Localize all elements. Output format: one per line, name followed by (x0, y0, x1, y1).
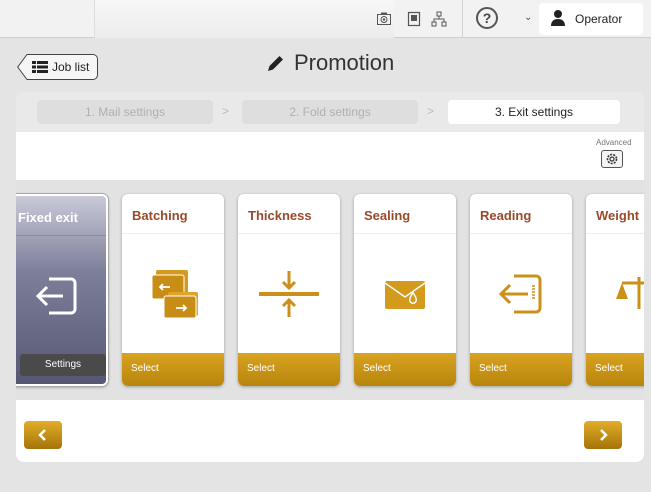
card-header: Sealing (354, 194, 456, 234)
step-arrow-icon: > (427, 104, 435, 118)
card-reading[interactable]: Reading Select (470, 194, 572, 386)
select-button[interactable]: Select (122, 353, 224, 386)
job-list-label: Job list (52, 60, 90, 74)
user-icon (551, 10, 565, 26)
chevron-right-icon (600, 429, 608, 441)
step-mail-settings[interactable]: 1. Mail settings (37, 100, 213, 124)
weight-icon (586, 254, 644, 334)
gear-icon (606, 153, 618, 165)
advanced-settings-button[interactable] (601, 150, 623, 168)
reading-icon (470, 254, 572, 334)
network-icon[interactable] (428, 8, 450, 30)
page-title: Promotion (266, 50, 394, 76)
status-area (94, 0, 394, 38)
card-title: Sealing (364, 208, 411, 223)
user-name: Operator (575, 12, 623, 26)
divider (462, 0, 463, 38)
card-title: Reading (480, 208, 532, 223)
camera-icon[interactable] (373, 8, 395, 30)
settings-button[interactable]: Settings (20, 354, 106, 376)
exit-options-carousel[interactable]: Fixed exit Settings Batching Select Thic… (16, 180, 644, 400)
next-button[interactable] (584, 421, 622, 449)
card-fixed-exit[interactable]: Fixed exit Settings (16, 194, 108, 386)
card-weight[interactable]: Weight Select (586, 194, 644, 386)
card-header: Thickness (238, 194, 340, 234)
step-fold-settings[interactable]: 2. Fold settings (242, 100, 418, 124)
device-icon[interactable] (403, 8, 425, 30)
select-label: Select (363, 363, 391, 374)
help-icon[interactable]: ? (476, 7, 498, 29)
card-header: Weight (586, 194, 644, 234)
select-label: Select (131, 363, 159, 374)
thickness-icon (238, 254, 340, 334)
user-menu[interactable]: Operator (539, 3, 643, 35)
sealing-icon (354, 254, 456, 334)
card-sealing[interactable]: Sealing Select (354, 194, 456, 386)
job-list-button[interactable]: Job list (32, 54, 98, 80)
select-button[interactable]: Select (586, 353, 644, 386)
select-button[interactable]: Select (354, 353, 456, 386)
pencil-icon (268, 56, 283, 71)
card-title: Batching (132, 208, 188, 223)
card-header: Batching (122, 194, 224, 234)
previous-button[interactable] (24, 421, 62, 449)
status-bar: ? ⌄ Operator (0, 0, 651, 38)
advanced-label: Advanced (596, 138, 632, 147)
select-button[interactable]: Select (238, 353, 340, 386)
chevron-left-icon (38, 429, 46, 441)
select-label: Select (595, 363, 623, 374)
card-header: Fixed exit (16, 196, 106, 236)
card-batching[interactable]: Batching Select (122, 194, 224, 386)
step-exit-settings[interactable]: 3. Exit settings (448, 100, 620, 124)
card-title: Weight (596, 208, 640, 223)
card-header: Reading (470, 194, 572, 234)
job-name: Promotion (294, 50, 395, 75)
select-label: Select (247, 363, 275, 374)
card-title: Thickness (248, 208, 312, 223)
card-title: Fixed exit (18, 210, 78, 225)
chevron-down-icon[interactable]: ⌄ (524, 12, 532, 23)
grid-icon (32, 61, 48, 73)
select-button[interactable]: Select (470, 353, 572, 386)
select-label: Select (479, 363, 507, 374)
card-thickness[interactable]: Thickness Select (238, 194, 340, 386)
exit-icon (16, 256, 106, 336)
batching-icon (122, 254, 224, 334)
step-arrow-icon: > (222, 104, 230, 118)
